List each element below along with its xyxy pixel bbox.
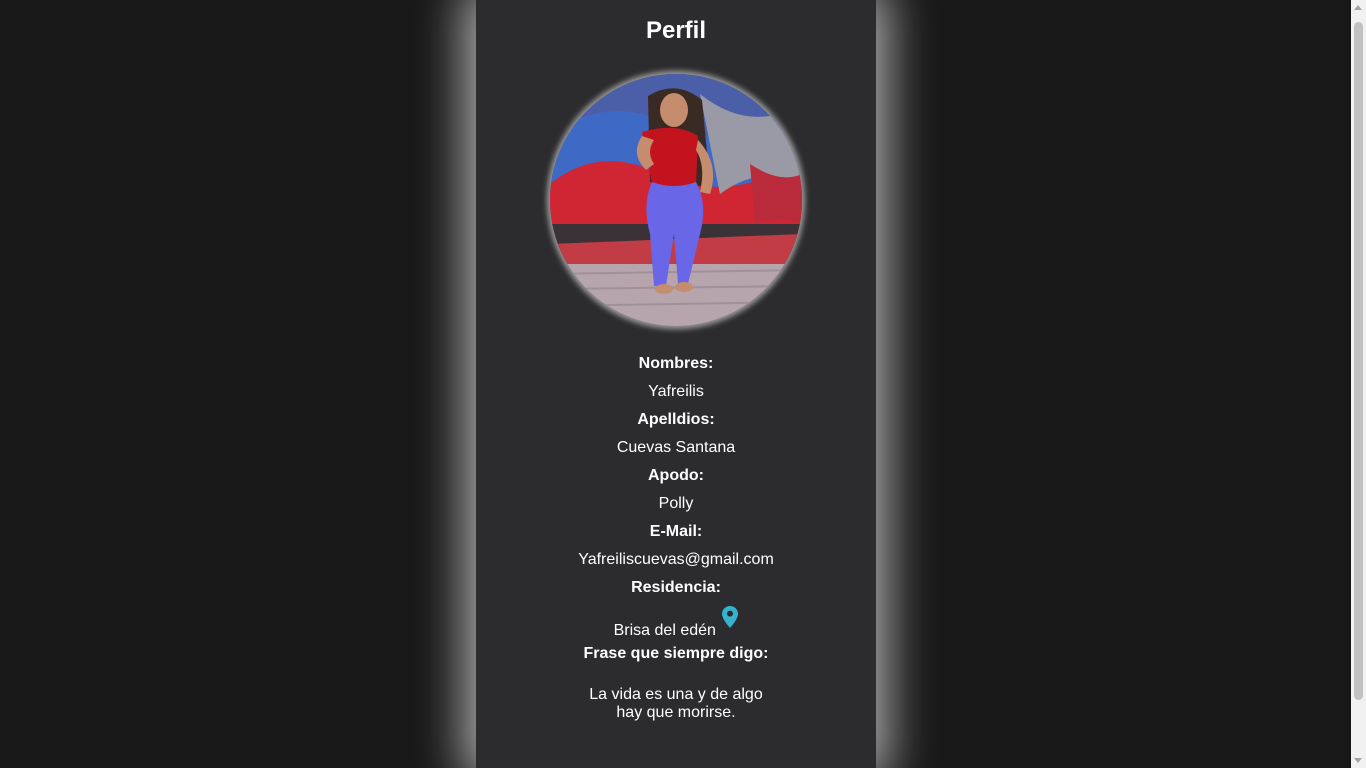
- field-label-apellidos: Apelldios:: [637, 411, 715, 428]
- profile-photo: [550, 74, 802, 326]
- scroll-up-arrow-icon[interactable]: [1354, 5, 1362, 10]
- vertical-scrollbar[interactable]: [1351, 0, 1366, 768]
- page: Perfil Nombres: Yafreilis Apelldios: Cue…: [0, 0, 1351, 768]
- map-pin-icon: [722, 606, 739, 628]
- profile-info: Nombres: Yafreilis Apelldios: Cuevas San…: [476, 352, 876, 670]
- favorite-phrase: La vida es una y de algo hay que morirse…: [589, 686, 763, 721]
- field-label-frase: Frase que siempre digo:: [583, 645, 769, 662]
- field-label-nombres: Nombres:: [638, 355, 714, 372]
- field-value-residencia: Brisa del edén: [613, 622, 716, 639]
- scroll-thumb[interactable]: [1354, 22, 1363, 700]
- residence-line: Brisa del edén: [476, 606, 876, 642]
- field-label-email: E-Mail:: [649, 523, 703, 540]
- field-label-residencia: Residencia:: [631, 579, 721, 596]
- field-value-apodo: Polly: [658, 495, 694, 512]
- field-value-nombres: Yafreilis: [648, 383, 704, 400]
- page-title: Perfil: [645, 17, 707, 44]
- scroll-down-arrow-icon[interactable]: [1354, 758, 1362, 763]
- residence-row: Brisa del edén: [476, 604, 876, 642]
- field-value-email: Yafreiliscuevas@gmail.com: [578, 551, 774, 568]
- field-label-apodo: Apodo:: [648, 467, 704, 484]
- profile-photo-graphic: [550, 74, 802, 326]
- profile-card: Perfil Nombres: Yafreilis Apelldios: Cue…: [476, 0, 876, 768]
- field-value-apellidos: Cuevas Santana: [616, 439, 736, 456]
